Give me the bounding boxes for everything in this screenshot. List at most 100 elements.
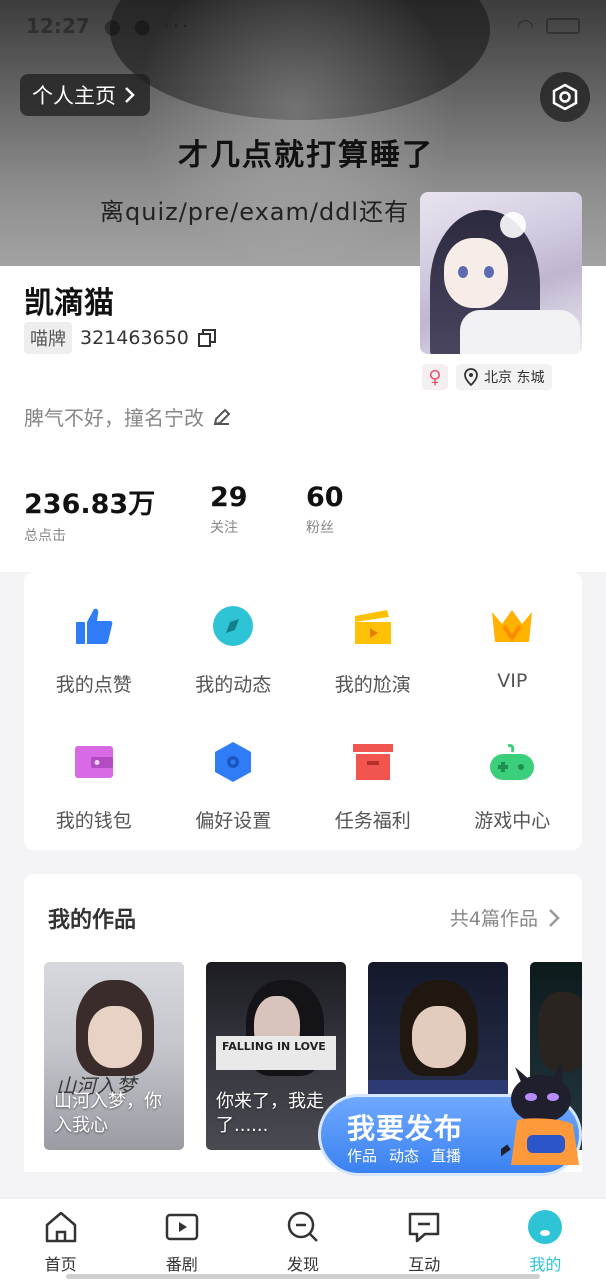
gamepad-icon [490,744,535,780]
user-id-row: 喵牌 321463650 [24,322,217,354]
nav-label: 互动 [408,1255,441,1274]
mascot-cat-icon [501,1061,579,1165]
menu-game-center[interactable]: 游戏中心 [443,712,583,848]
compass-icon [213,606,254,646]
status-bar: 12:27 ● ● ··· ◠ [0,0,606,52]
stat-value: 60 [306,482,344,513]
profile-section: 凯滴猫 喵牌 321463650 ♀ 北京 东城 脾气不好，撞名宁改 236.8… [0,192,606,572]
avatar-clothes [460,310,580,354]
nav-label: 首页 [44,1255,77,1274]
avatar[interactable] [420,192,582,354]
nav-label: 番剧 [165,1255,198,1274]
avatar-hair-flower [500,212,526,238]
gift-box-icon [352,744,393,780]
crown-icon [492,610,533,642]
settings-hexagon-icon [552,83,578,111]
profile-icon [528,1210,563,1244]
nav-me[interactable]: 我的 [485,1199,606,1280]
female-icon: ♀ [422,364,448,390]
menu-task-rewards[interactable]: 任务福利 [303,712,443,848]
menu-label: 我的点赞 [55,674,132,696]
menu-my-performances[interactable]: 我的尬演 [303,576,443,712]
personal-homepage-label: 个人主页 [32,84,116,108]
stats-row: 236.83万 总点击 29 关注 60 粉丝 [24,482,402,545]
menu-my-likes[interactable]: 我的点赞 [24,576,164,712]
publish-option-live: 直播 [431,1147,462,1165]
clapperboard-icon [354,610,391,644]
stat-label: 关注 [210,520,238,536]
nav-label: 发现 [287,1255,320,1274]
menu-label: 偏好设置 [195,810,272,832]
menu-label: 任务福利 [334,810,411,832]
nav-home[interactable]: 首页 [0,1199,121,1280]
location-badge: 北京 东城 [456,364,553,390]
home-indicator [66,1274,540,1279]
menu-label: 游戏中心 [474,810,551,832]
menu-label: 我的尬演 [334,674,411,696]
nav-discover[interactable]: 发现 [242,1199,363,1280]
nav-series[interactable]: 番剧 [121,1199,242,1280]
menu-vip[interactable]: VIP [443,576,583,712]
avatar-face [444,238,508,308]
works-title: 我的作品 [48,908,137,933]
status-notification-icons: ● ● ··· [103,14,192,38]
wifi-icon: ◠ [516,14,534,38]
work-caption: 山河入梦，你入我心 [54,1091,162,1136]
stat-value: 29 [210,482,248,513]
stat-following[interactable]: 29 关注 [210,482,306,545]
nav-interaction[interactable]: 互动 [364,1199,485,1280]
settings-button[interactable] [540,72,590,122]
nickname: 凯滴猫 [24,286,114,321]
menu-my-moments[interactable]: 我的动态 [164,576,304,712]
chevron-right-icon [549,908,560,927]
work-cover-banner: FALLING IN LOVE [216,1036,336,1070]
works-count: 共4篇作品 [449,908,538,930]
home-icon [45,1211,76,1243]
publish-button[interactable]: 我要发布 作品 动态 直播 [318,1061,582,1176]
thumbs-up-icon [75,608,113,644]
publish-option-moments: 动态 [389,1147,420,1165]
avatar-eye [458,266,468,278]
search-icon [287,1211,318,1242]
stat-followers[interactable]: 60 粉丝 [306,482,402,545]
publish-options: 作品 动态 直播 [347,1145,461,1166]
hexagon-settings-icon [215,742,252,782]
bio-text: 脾气不好，撞名宁改 [24,406,204,430]
status-time: 12:27 [26,14,90,38]
stat-label: 粉丝 [306,520,334,536]
copy-icon[interactable] [197,328,217,348]
stat-total-clicks[interactable]: 236.83万 总点击 [24,482,210,545]
message-icon [408,1212,440,1243]
location-pin-icon [464,368,478,386]
work-cover-title: FALLING IN LOVE [222,1040,326,1053]
publish-title: 我要发布 [347,1112,464,1145]
stat-value: 236.83万 [24,489,156,520]
bio[interactable]: 脾气不好，撞名宁改 [24,402,232,431]
work-card[interactable]: 山河入梦 山河入梦，你入我心 [44,962,184,1150]
personal-homepage-button[interactable]: 个人主页 [20,74,150,116]
menu-label: 我的动态 [195,674,272,696]
menu-label: 我的钱包 [55,810,132,832]
publish-option-works: 作品 [347,1147,378,1165]
function-menu: 我的点赞 我的动态 我的尬演 VIP 我的钱包 偏好设置 任务福利 游戏中心 [24,572,582,850]
menu-my-wallet[interactable]: 我的钱包 [24,712,164,848]
work-cover-face [412,1006,466,1068]
id-tag: 喵牌 [24,322,72,354]
cover-caption-2: 离quiz/pre/exam/ddl还有 [100,198,410,226]
menu-preferences[interactable]: 偏好设置 [164,712,304,848]
work-cover-face [88,1006,142,1068]
avatar-eye [484,266,494,278]
status-right-icons: ◠ [517,14,580,38]
location-text: 北京 东城 [484,370,545,386]
edit-pencil-icon[interactable] [212,407,232,427]
cover-caption-1: 才几点就打算睡了 [178,138,434,173]
stat-label: 总点击 [24,528,66,544]
play-icon [165,1213,199,1241]
user-id: 321463650 [80,327,189,349]
chevron-right-icon [125,87,135,103]
works-count-link[interactable]: 共4篇作品 [450,904,560,931]
nav-label: 我的 [529,1255,562,1274]
wallet-icon [74,746,113,778]
battery-icon [546,18,580,34]
bottom-navigation: 首页 番剧 发现 互动 我的 [0,1198,606,1280]
